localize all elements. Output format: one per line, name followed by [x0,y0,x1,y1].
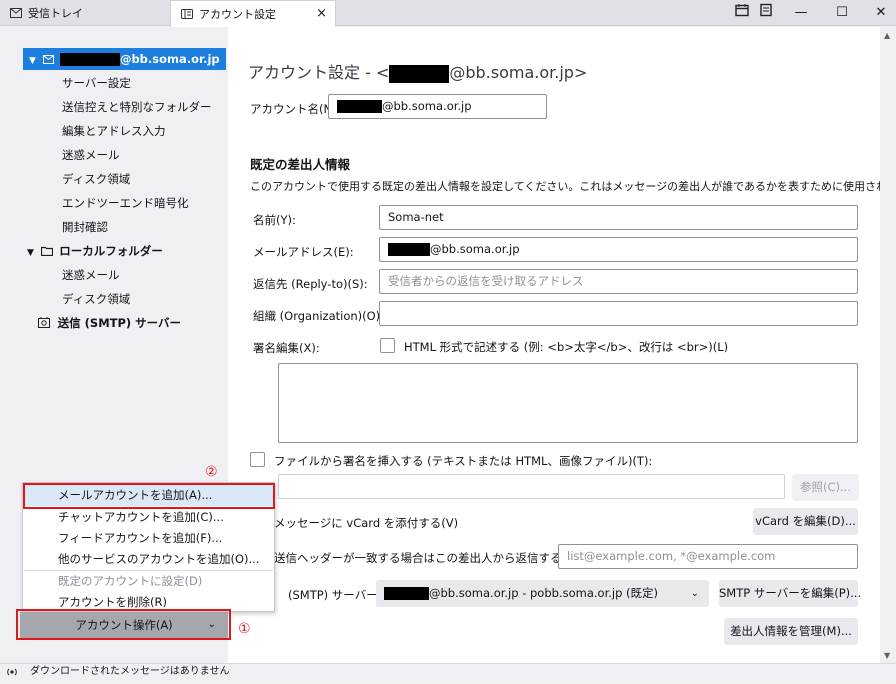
annotation-number-two: ② [205,464,218,480]
folder-icon [40,241,53,263]
redacted-username [388,243,430,256]
account-email-suffix: @bb.soma.or.jp [119,52,220,66]
replyto-field[interactable]: 受信者からの返信を受け取るアドレス [379,269,858,294]
sidebar-item-e2e-encryption[interactable]: エンドツーエンド暗号化 [62,192,189,214]
menu-item-add-other-account[interactable]: 他のサービスのアカウントを追加(O)... [24,549,273,570]
signature-file-label: ファイルから署名を挿入する (テキストまたは HTML、画像ファイル)(T): [274,454,653,468]
html-signature-label: HTML 形式で記述する (例: <b>太字</b>、改行は <br>)(L) [404,340,729,354]
signature-label: 署名編集(X): [253,341,320,355]
sidebar-item-return-receipts[interactable]: 開封確認 [62,216,108,238]
sidebar-smtp-servers[interactable]: 送信 (SMTP) サーバー [38,312,181,334]
organization-field[interactable] [379,301,858,326]
minimize-icon[interactable]: — [791,3,811,23]
mail-icon [42,49,54,71]
window-close-icon[interactable]: ✕ [871,3,891,23]
manage-identities-button[interactable]: 差出人情報を管理(M)... [724,618,858,645]
signature-textarea[interactable] [278,363,858,443]
account-settings-panel: アカウント設定 - < @bb.soma.or.jp> アカウント名(N): @b… [228,27,896,663]
sidebar-item-local-disk-space[interactable]: ディスク領域 [62,288,130,310]
tab-inbox-label: 受信トレイ [28,7,83,20]
sidebar-item-copies-folders[interactable]: 送信控えと特別なフォルダー [62,96,212,118]
local-folders-label: ローカルフォルダー [59,244,163,258]
signature-file-checkbox[interactable] [250,452,265,467]
account-name-label: アカウント名(N): [250,102,341,116]
tab-inbox[interactable]: 受信トレイ [0,0,170,26]
tab-bar: 受信トレイ アカウント設定 × — ☐ ✕ [0,0,896,27]
highlight-box-add-mail [23,483,275,509]
sidebar-item-disk-space[interactable]: ディスク領域 [62,168,130,190]
identity-description: このアカウントで使用する既定の差出人情報を設定してください。これはメッセージの差… [250,180,896,193]
highlight-box-account-actions [16,609,231,640]
signature-file-path-field[interactable] [278,474,785,499]
chevron-down-icon[interactable]: ▼ [29,56,36,66]
menu-item-add-feed-account[interactable]: フィードアカウントを追加(F)... [24,528,273,549]
browse-button[interactable]: 参照(C)... [792,474,859,501]
sidebar-account-row[interactable]: ▼ @bb.soma.or.jp [23,48,226,70]
annotation-number-one: ① [238,621,251,637]
redacted-username [337,100,382,113]
close-tab-icon[interactable]: × [316,6,327,21]
account-name-field[interactable]: @bb.soma.or.jp [328,94,547,119]
scroll-down-icon[interactable]: ▼ [884,651,890,660]
sidebar-local-folders[interactable]: ▼ ローカルフォルダー [27,240,163,262]
page-title: アカウント設定 - < @bb.soma.or.jp> [248,59,587,83]
chevron-down-icon[interactable]: ▼ [27,248,34,258]
redacted-username [384,587,429,600]
smtp-server-select[interactable]: @bb.soma.or.jp - pobb.soma.or.jp (既定) ⌄ [376,580,709,607]
tasks-icon[interactable] [756,3,776,23]
status-text: ダウンロードされたメッセージはありません [30,666,230,677]
edit-smtp-button[interactable]: SMTP サーバーを編集(P)... [719,580,861,607]
organization-label: 組織 (Organization)(O): [253,309,385,323]
sidebar-item-server-settings[interactable]: サーバー設定 [62,72,131,94]
settings-page-icon [181,9,193,19]
sidebar-item-composition[interactable]: 編集とアドレス入力 [62,120,166,142]
calendar-icon[interactable] [732,3,752,23]
reply-header-label: 送信ヘッダーが一致する場合はこの差出人から返信する(D): [274,551,584,565]
redacted-username [59,53,120,66]
sidebar-item-local-junk[interactable]: 迷惑メール [62,264,120,286]
name-field[interactable]: Soma-net [379,205,858,230]
vcard-label: メッセージに vCard を添付する(V) [274,516,459,530]
chevron-down-icon: ⌄ [690,588,699,599]
smtp-server-value: @bb.soma.or.jp - pobb.soma.or.jp (既定) [429,586,659,600]
replyto-label: 返信先 (Reply-to)(S): [253,277,368,291]
menu-item-set-default[interactable]: 既定のアカウントに設定(D) [24,571,273,592]
menu-item-add-chat-account[interactable]: チャットアカウントを追加(C)... [24,507,273,528]
account-name-value: @bb.soma.or.jp [382,99,472,113]
status-bar: ダウンロードされたメッセージはありません [0,663,896,680]
name-label: 名前(Y): [253,213,296,227]
outgoing-server-icon [38,313,50,335]
edit-vcard-button[interactable]: vCard を編集(D)... [753,508,858,535]
page-title-suffix: @bb.soma.or.jp> [449,63,588,82]
page-title-prefix: アカウント設定 - < [248,63,390,82]
sidebar-item-junk[interactable]: 迷惑メール [62,144,120,166]
smtp-servers-label: 送信 (SMTP) サーバー [57,316,182,330]
identity-heading: 既定の差出人情報 [250,157,351,172]
reply-header-field[interactable]: list@example.com, *@example.com [558,544,858,569]
connection-status-icon [6,664,18,684]
tab-account-settings-label: アカウント設定 [199,8,276,21]
email-label: メールアドレス(E): [253,245,354,259]
email-field[interactable]: @bb.soma.or.jp [379,237,858,262]
main-scrollbar[interactable]: ▲ ▼ [880,27,896,663]
email-value: @bb.soma.or.jp [430,242,520,256]
html-signature-checkbox[interactable] [380,338,395,353]
tab-account-settings[interactable]: アカウント設定 × [170,0,336,27]
redacted-username [389,64,450,83]
mail-icon [10,8,22,18]
scroll-up-icon[interactable]: ▲ [884,31,890,40]
maximize-icon[interactable]: ☐ [832,3,852,23]
